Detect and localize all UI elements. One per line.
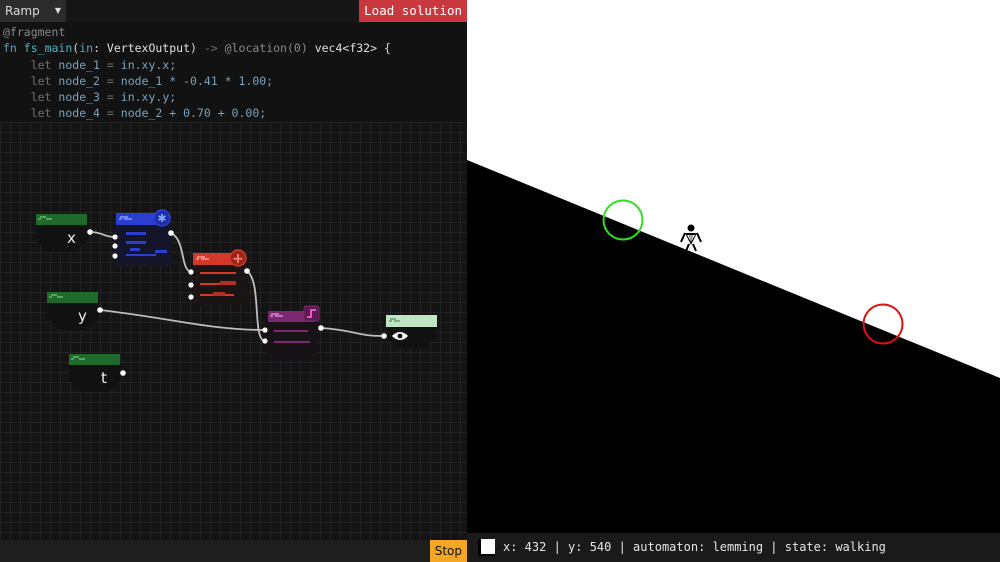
status-bar: x: 432 | y: 540 | automaton: lemming | s…	[467, 533, 1000, 562]
wire-y-to-step	[99, 309, 266, 331]
input-port[interactable]	[112, 243, 118, 249]
input-port[interactable]	[188, 294, 194, 300]
multiply-icon: ✱	[157, 212, 166, 225]
input-port[interactable]	[112, 253, 118, 259]
output-port[interactable]	[120, 370, 126, 376]
plus-icon: +	[232, 251, 244, 267]
output-port[interactable]	[87, 229, 93, 235]
editor-bottom-bar	[0, 540, 467, 562]
shader-editor-panel: Ramp ▼ Load solution @fragment fn fs_main…	[0, 0, 467, 562]
input-node-x[interactable]	[36, 214, 93, 252]
input-port[interactable]	[188, 282, 194, 288]
output-port[interactable]	[168, 230, 174, 236]
output-port[interactable]	[318, 325, 324, 331]
input-node-y-label: y	[78, 307, 87, 325]
step-node[interactable]	[262, 305, 324, 360]
pixel-color-swatch	[478, 539, 495, 556]
input-port[interactable]	[188, 269, 194, 275]
output-port[interactable]	[244, 268, 250, 274]
output-port[interactable]	[97, 307, 103, 313]
status-text: x: 432 | y: 540 | automaton: lemming | s…	[503, 540, 886, 554]
input-node-t-label: t	[101, 369, 107, 387]
ramp-terrain	[467, 160, 1000, 533]
add-node[interactable]: +	[188, 249, 250, 305]
multiply-node[interactable]: ✱	[112, 209, 174, 266]
game-viewport[interactable]	[467, 0, 1000, 533]
wire-x-to-multiply	[89, 231, 116, 238]
wire-step-to-output	[320, 327, 385, 337]
input-node-t[interactable]	[69, 354, 126, 392]
input-node-x-label: x	[67, 229, 76, 247]
input-port[interactable]	[112, 234, 118, 240]
output-node[interactable]	[381, 315, 437, 348]
input-port[interactable]	[381, 333, 387, 339]
level-canvas	[467, 160, 1000, 533]
node-graph: ✱ +	[36, 209, 437, 392]
input-port[interactable]	[262, 338, 268, 344]
input-port[interactable]	[262, 327, 268, 333]
wire-multiply-to-add	[170, 232, 193, 273]
lemming-sprite	[680, 224, 702, 252]
stop-button[interactable]: Stop	[429, 540, 467, 562]
input-node-y[interactable]	[47, 292, 103, 330]
